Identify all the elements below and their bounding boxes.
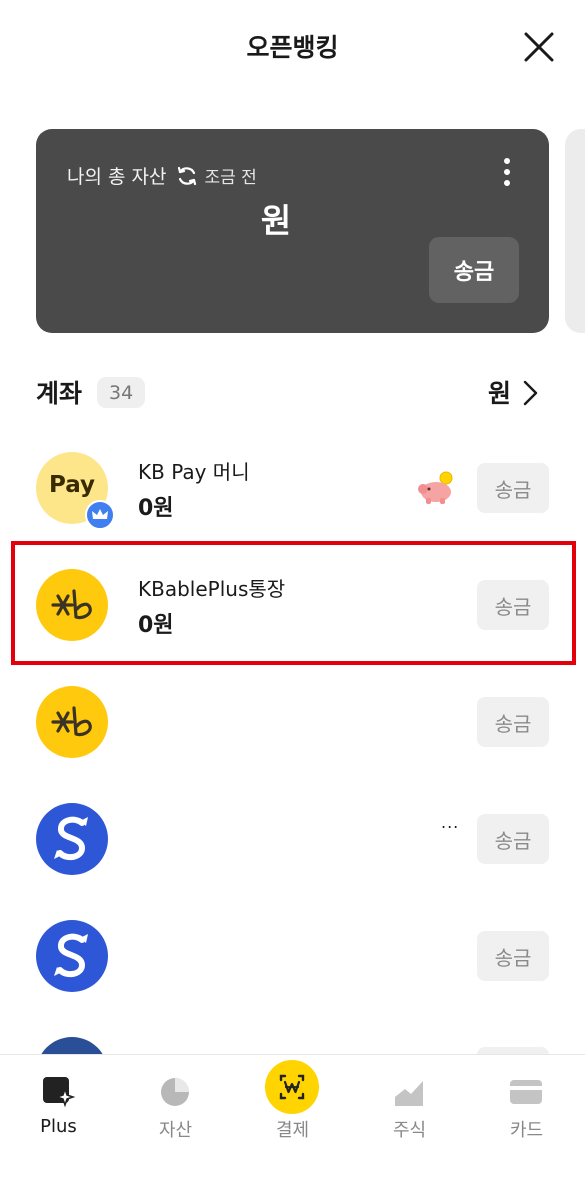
refresh-time: 조금 전 [204,168,257,188]
pie-chart-icon [161,1078,189,1106]
page-title: 오픈뱅킹 [246,33,339,62]
header: 오픈뱅킹 [0,0,585,95]
account-balance: 0원 [138,496,174,521]
nav-assets[interactable]: 자산 [117,1055,234,1177]
send-button[interactable]: 송금 [477,463,549,513]
kb-logo [36,686,108,758]
more-vertical-icon[interactable] [497,156,517,188]
refresh-icon[interactable] [176,165,198,187]
accounts-section-title: 계좌 [36,379,83,408]
total-asset-label: 나의 총 자산 [67,166,167,188]
asset-label-row: 나의 총 자산 조금 전 [67,162,257,189]
accounts-count-badge: 34 [97,377,146,408]
shinhan-logo [36,803,108,875]
shinhan-logo [36,920,108,992]
send-button[interactable]: 송금 [477,697,549,747]
account-balance: 0원 [138,613,174,638]
send-button[interactable]: 송금 [477,931,549,981]
card-send-button[interactable]: 송금 [429,237,519,303]
crown-badge-icon [85,500,115,530]
nav-label: 결제 [275,1120,310,1141]
total-asset-amount: 원 [260,201,292,240]
kb-pay-logo-text: Pay [48,472,96,498]
close-icon[interactable] [522,30,556,64]
account-row[interactable]: 송금 [0,906,585,1006]
kb-logo [36,569,108,641]
card-icon [510,1080,542,1104]
account-extra-text: ... [441,813,460,832]
nav-label: 주식 [392,1120,427,1141]
nav-label: Plus [40,1116,77,1137]
nav-label: 카드 [509,1120,544,1141]
nav-pay[interactable]: 결제 [234,1055,351,1177]
next-card-peek[interactable] [565,129,585,333]
won-scan-icon [265,1060,319,1114]
nav-stocks[interactable]: 주식 [351,1055,468,1177]
nav-label: 자산 [158,1120,193,1141]
account-row[interactable]: Pay KB Pay 머니 0원 송금 [0,438,585,538]
stock-chart-icon [395,1081,423,1106]
nav-cards[interactable]: 카드 [468,1055,585,1177]
account-name: KBablePlus통장 [138,577,286,601]
piggy-bank-icon[interactable] [417,470,457,506]
nav-overlay-cover [127,1035,444,1055]
plus-sparkle-icon [43,1077,75,1108]
accounts-total[interactable]: 원 [488,374,511,410]
account-row[interactable]: 송금 [0,672,585,772]
bottom-nav: Plus 자산 결제 주식 카드 [0,1054,585,1177]
nav-plus[interactable]: Plus [0,1055,117,1177]
send-button[interactable]: 송금 [477,814,549,864]
account-row[interactable]: KBablePlus통장 0원 송금 [0,555,585,655]
chevron-right-icon[interactable] [519,378,541,408]
send-button[interactable]: 송금 [477,580,549,630]
account-row[interactable]: ... 송금 [0,789,585,889]
account-name: KB Pay 머니 [138,460,250,484]
